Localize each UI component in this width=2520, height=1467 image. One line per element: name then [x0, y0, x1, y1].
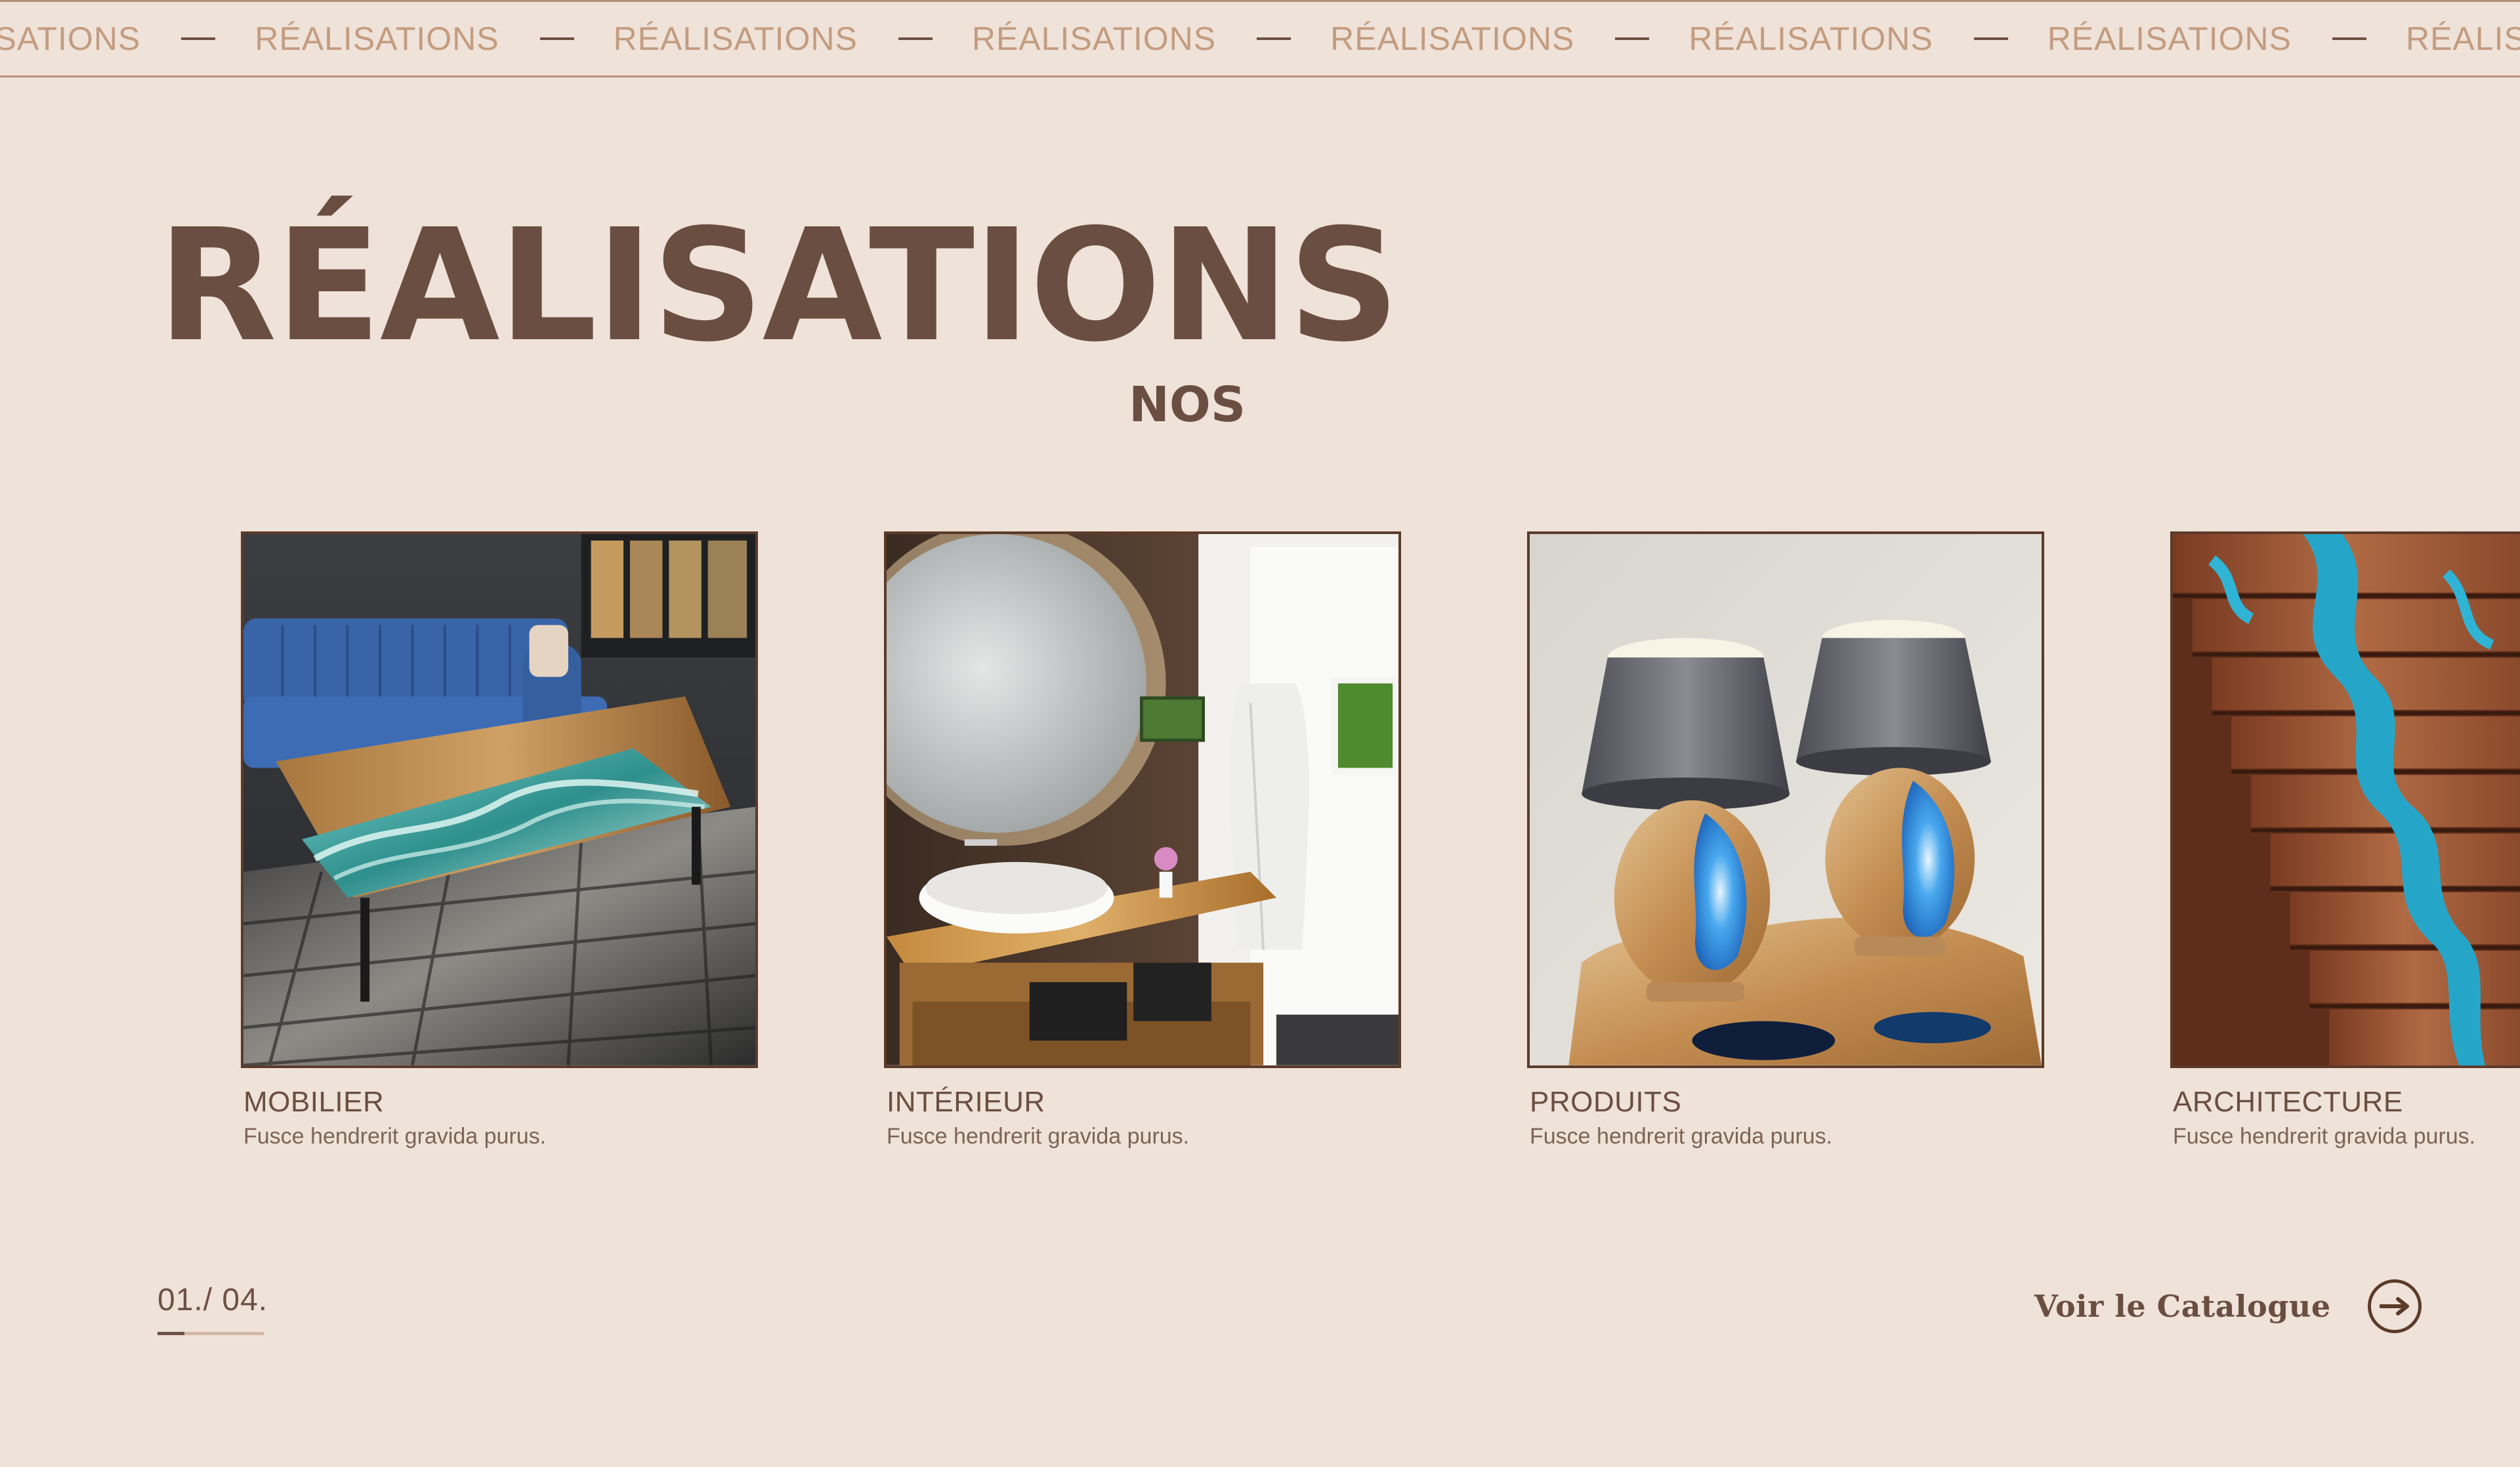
marquee-separator	[2332, 37, 2366, 40]
page-subtitle: NOS	[1129, 377, 1246, 433]
arrow-right-icon	[2379, 1297, 2409, 1315]
gallery-card-interieur[interactable]: INTÉRIEUR Fusce hendrerit gravida purus.	[884, 531, 1401, 1150]
marquee-item: RÉALISATIONS	[255, 20, 499, 57]
marquee-separator	[898, 37, 933, 40]
marquee-item: RÉALISATIONS	[2405, 20, 2520, 57]
marquee-item: RÉALISATIONS	[1330, 20, 1575, 57]
card-description: Fusce hendrerit gravida purus.	[243, 1124, 547, 1149]
slide-progress-fill	[158, 1332, 184, 1335]
marquee-separator	[181, 37, 216, 40]
marquee-item: RÉALISATIONS	[1689, 20, 1933, 57]
interieur-illustration	[887, 534, 1398, 1065]
page-title: RÉALISATIONS	[158, 196, 1400, 376]
mobilier-illustration	[243, 534, 755, 1065]
produits-illustration	[1530, 534, 2042, 1065]
marquee-track: RÉALISATIONS RÉALISATIONS RÉALISATIONS R…	[0, 2, 2520, 75]
marquee-item: RÉALISATIONS	[613, 20, 858, 57]
marquee-separator	[1973, 37, 2008, 40]
slide-counter: 01./ 04.	[158, 1283, 268, 1317]
card-title: INTÉRIEUR	[887, 1086, 1045, 1118]
next-button[interactable]	[2367, 1279, 2422, 1333]
card-title: MOBILIER	[243, 1086, 385, 1118]
mobilier-image[interactable]	[241, 531, 758, 1068]
architecture-image[interactable]	[2170, 531, 2520, 1068]
marquee-item: RÉALISATIONS	[0, 20, 141, 57]
gallery-card-produits[interactable]: PRODUITS Fusce hendrerit gravida purus.	[1527, 531, 2044, 1150]
view-catalogue-label: Voir le Catalogue	[2034, 1289, 2331, 1324]
card-description: Fusce hendrerit gravida purus.	[1530, 1124, 1833, 1149]
produits-image[interactable]	[1527, 531, 2044, 1068]
architecture-illustration	[2173, 534, 2520, 1065]
view-catalogue-link[interactable]: Voir le Catalogue	[2034, 1279, 2422, 1333]
marquee-banner: RÉALISATIONS RÉALISATIONS RÉALISATIONS R…	[0, 0, 2520, 77]
gallery-card-architecture[interactable]: ARCHITECTURE Fusce hendrerit gravida pur…	[2170, 531, 2520, 1150]
card-title: ARCHITECTURE	[2173, 1086, 2403, 1118]
marquee-separator	[1615, 37, 1650, 40]
interieur-image[interactable]	[884, 531, 1401, 1068]
card-description: Fusce hendrerit gravida purus.	[887, 1124, 1190, 1149]
marquee-item: RÉALISATIONS	[2047, 20, 2292, 57]
card-title: PRODUITS	[1530, 1086, 1682, 1118]
marquee-separator	[539, 37, 574, 40]
marquee-separator	[1257, 37, 1292, 40]
gallery-card-mobilier[interactable]: MOBILIER Fusce hendrerit gravida purus.	[241, 531, 758, 1150]
slide-progress-track	[158, 1332, 264, 1335]
marquee-item: RÉALISATIONS	[971, 20, 1217, 57]
card-description: Fusce hendrerit gravida purus.	[2173, 1124, 2476, 1149]
